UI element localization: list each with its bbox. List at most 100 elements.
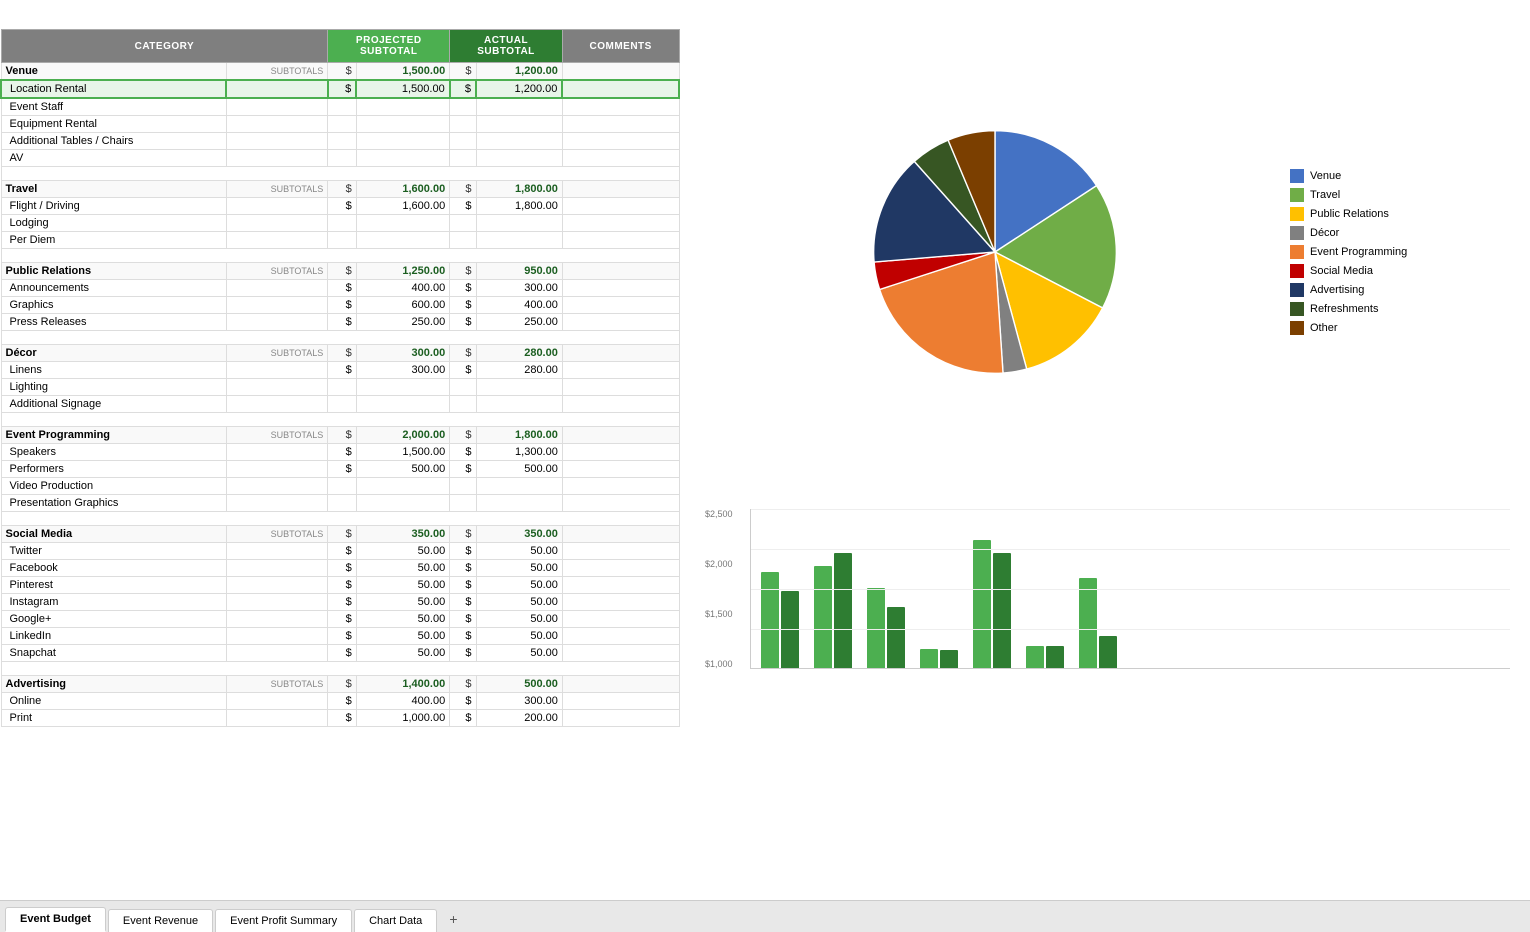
item-subtotals — [226, 80, 328, 98]
item-actual — [476, 133, 562, 150]
item-actual — [476, 232, 562, 249]
bar-projected — [920, 649, 938, 668]
empty-row — [1, 331, 679, 345]
item-row: Additional Signage — [1, 396, 679, 413]
item-row: Flight / Driving $ 1,600.00 $ 1,800.00 — [1, 198, 679, 215]
dollar-sign: $ — [328, 427, 356, 444]
th-category: CATEGORY — [1, 30, 328, 63]
item-dollar-proj: $ — [328, 645, 356, 662]
item-dollar-act — [450, 396, 476, 413]
item-row: Instagram $ 50.00 $ 50.00 — [1, 594, 679, 611]
item-dollar-act: $ — [450, 693, 476, 710]
item-name: Announcements — [1, 280, 226, 297]
item-name: Linens — [1, 362, 226, 379]
bar-projected — [761, 572, 779, 668]
item-comments — [562, 444, 679, 461]
item-dollar-proj — [328, 133, 356, 150]
item-subtotals — [226, 396, 328, 413]
dollar-sign: $ — [450, 345, 476, 362]
th-comments: COMMENTS — [562, 30, 679, 63]
th-actual: ACTUALSUBTOTAL — [450, 30, 563, 63]
legend-label: Social Media — [1310, 265, 1373, 277]
dollar-sign: $ — [450, 526, 476, 543]
item-dollar-proj: $ — [328, 577, 356, 594]
item-actual: 50.00 — [476, 594, 562, 611]
item-projected: 600.00 — [356, 297, 449, 314]
cat-name: Venue — [1, 63, 226, 81]
actual-subtotal: 950.00 — [476, 263, 562, 280]
dollar-sign: $ — [450, 676, 476, 693]
empty-cell — [1, 249, 679, 263]
item-name: Event Staff — [1, 98, 226, 116]
item-projected: 500.00 — [356, 461, 449, 478]
item-name: Snapchat — [1, 645, 226, 662]
item-name: LinkedIn — [1, 628, 226, 645]
left-panel: CATEGORY PROJECTEDSUBTOTAL ACTUALSUBTOTA… — [0, 0, 680, 900]
item-projected — [356, 116, 449, 133]
projected-subtotal: 1,400.00 — [356, 676, 449, 693]
cat-name: Advertising — [1, 676, 226, 693]
bar-projected — [1026, 646, 1044, 668]
dollar-sign: $ — [450, 181, 476, 198]
item-comments — [562, 577, 679, 594]
item-projected: 250.00 — [356, 314, 449, 331]
item-actual: 1,300.00 — [476, 444, 562, 461]
item-row: Lighting — [1, 379, 679, 396]
item-dollar-act: $ — [450, 280, 476, 297]
item-name: Speakers — [1, 444, 226, 461]
tab-bar: Event BudgetEvent RevenueEvent Profit Su… — [0, 900, 1530, 932]
item-name: Lighting — [1, 379, 226, 396]
cat-name: Décor — [1, 345, 226, 362]
item-name: Graphics — [1, 297, 226, 314]
item-subtotals — [226, 543, 328, 560]
item-comments — [562, 543, 679, 560]
item-dollar-act — [450, 150, 476, 167]
item-projected: 300.00 — [356, 362, 449, 379]
legend-item-Refreshments: Refreshments — [1290, 302, 1470, 316]
item-name: Per Diem — [1, 232, 226, 249]
projected-subtotal: 1,600.00 — [356, 181, 449, 198]
pie-chart-area — [700, 112, 1290, 392]
empty-cell — [1, 413, 679, 427]
item-row: Linens $ 300.00 $ 280.00 — [1, 362, 679, 379]
item-comments — [562, 198, 679, 215]
item-actual: 1,200.00 — [476, 80, 562, 98]
item-subtotals — [226, 116, 328, 133]
cat-name: Social Media — [1, 526, 226, 543]
item-row: Event Staff — [1, 98, 679, 116]
item-comments — [562, 379, 679, 396]
legend-item-Venue: Venue — [1290, 169, 1470, 183]
th-projected: PROJECTEDSUBTOTAL — [328, 30, 450, 63]
item-subtotals — [226, 577, 328, 594]
bar-group-6 — [1079, 578, 1117, 668]
item-comments — [562, 215, 679, 232]
category-row-1: Travel SUBTOTALS $ 1,600.00 $ 1,800.00 — [1, 181, 679, 198]
item-actual: 50.00 — [476, 560, 562, 577]
item-row: Online $ 400.00 $ 300.00 — [1, 693, 679, 710]
right-panel: Venue Travel Public Relations Décor Even… — [680, 0, 1530, 900]
legend-label: Event Programming — [1310, 246, 1407, 258]
item-row: Snapchat $ 50.00 $ 50.00 — [1, 645, 679, 662]
item-row: Twitter $ 50.00 $ 50.00 — [1, 543, 679, 560]
add-sheet-button[interactable]: + — [439, 906, 467, 932]
tab-event-revenue[interactable]: Event Revenue — [108, 909, 213, 932]
item-name: Equipment Rental — [1, 116, 226, 133]
item-projected — [356, 379, 449, 396]
tab-chart-data[interactable]: Chart Data — [354, 909, 437, 932]
item-actual: 50.00 — [476, 543, 562, 560]
item-comments — [562, 594, 679, 611]
item-subtotals — [226, 478, 328, 495]
item-actual: 400.00 — [476, 297, 562, 314]
item-dollar-proj — [328, 478, 356, 495]
category-row-6: Advertising SUBTOTALS $ 1,400.00 $ 500.0… — [1, 676, 679, 693]
legend-label: Travel — [1310, 189, 1340, 201]
tab-event-budget[interactable]: Event Budget — [5, 907, 106, 932]
item-dollar-proj — [328, 98, 356, 116]
tab-event-profit-summary[interactable]: Event Profit Summary — [215, 909, 352, 932]
item-dollar-act — [450, 379, 476, 396]
dollar-sign: $ — [450, 427, 476, 444]
item-row: Video Production — [1, 478, 679, 495]
item-subtotals — [226, 710, 328, 727]
actual-subtotal: 500.00 — [476, 676, 562, 693]
item-comments — [562, 80, 679, 98]
